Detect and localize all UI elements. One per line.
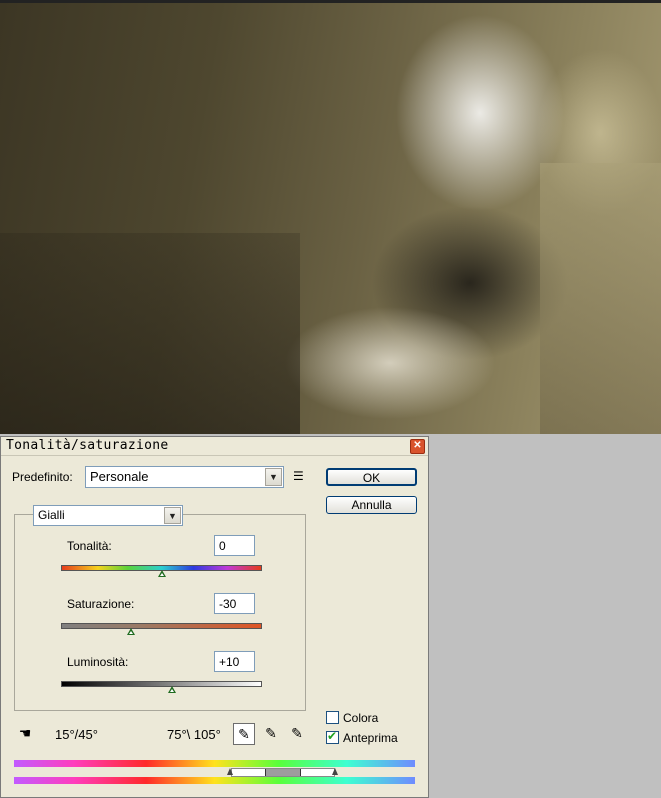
titlebar[interactable]: Tonalità/saturazione ✕ [1, 437, 428, 456]
colorize-checkbox[interactable] [326, 711, 339, 724]
saturation-slider[interactable] [61, 623, 262, 629]
saturation-slider-thumb[interactable] [127, 628, 136, 635]
input-color-bar [14, 760, 415, 767]
photo-canvas [0, 0, 661, 434]
lightness-slider[interactable] [61, 681, 262, 687]
preset-value: Personale [90, 469, 149, 484]
preview-label: Anteprima [343, 731, 398, 745]
preview-checkbox[interactable] [326, 729, 339, 744]
dialog-title: Tonalità/saturazione [6, 438, 169, 453]
ok-button[interactable]: OK [326, 468, 417, 486]
hand-adjust-icon[interactable]: ☚ [14, 723, 36, 745]
hue-slider-thumb[interactable] [157, 570, 166, 577]
hue-input[interactable]: 0 [214, 535, 255, 556]
channel-select[interactable]: Gialli ▼ [33, 505, 183, 526]
preset-label: Predefinito: [12, 470, 73, 484]
chevron-down-icon[interactable]: ▼ [164, 507, 181, 524]
range-right-handle[interactable] [332, 768, 338, 775]
lightness-label: Luminosità: [67, 655, 129, 669]
preset-menu-icon[interactable]: ☰ [293, 469, 304, 483]
hue-label: Tonalità: [67, 539, 112, 553]
range-core[interactable] [265, 769, 301, 776]
photo-shadow [0, 233, 300, 434]
range-right-readout: 75°\ 105° [167, 727, 221, 742]
channel-value: Gialli [38, 508, 65, 522]
saturation-input[interactable]: -30 [214, 593, 255, 614]
preset-select[interactable]: Personale ▼ [85, 466, 284, 488]
range-left-readout: 15°/45° [55, 727, 98, 742]
eyedropper-icon[interactable]: ✎ [233, 723, 255, 745]
photo-window-ledge [540, 163, 661, 434]
colorize-label: Colora [343, 711, 379, 725]
output-color-bar [14, 777, 415, 784]
hue-saturation-dialog: Tonalità/saturazione ✕ Predefinito: Pers… [0, 436, 429, 798]
close-icon[interactable]: ✕ [410, 439, 425, 454]
chevron-down-icon[interactable]: ▼ [265, 468, 282, 486]
eyedropper-minus-icon[interactable]: ✎ [286, 723, 308, 745]
lightness-slider-thumb[interactable] [167, 686, 176, 693]
cancel-button[interactable]: Annulla [326, 496, 417, 514]
lightness-input[interactable]: +10 [214, 651, 255, 672]
range-left-handle[interactable] [227, 768, 233, 775]
eyedropper-plus-icon[interactable]: ✎ [260, 723, 282, 745]
saturation-label: Saturazione: [67, 597, 135, 611]
